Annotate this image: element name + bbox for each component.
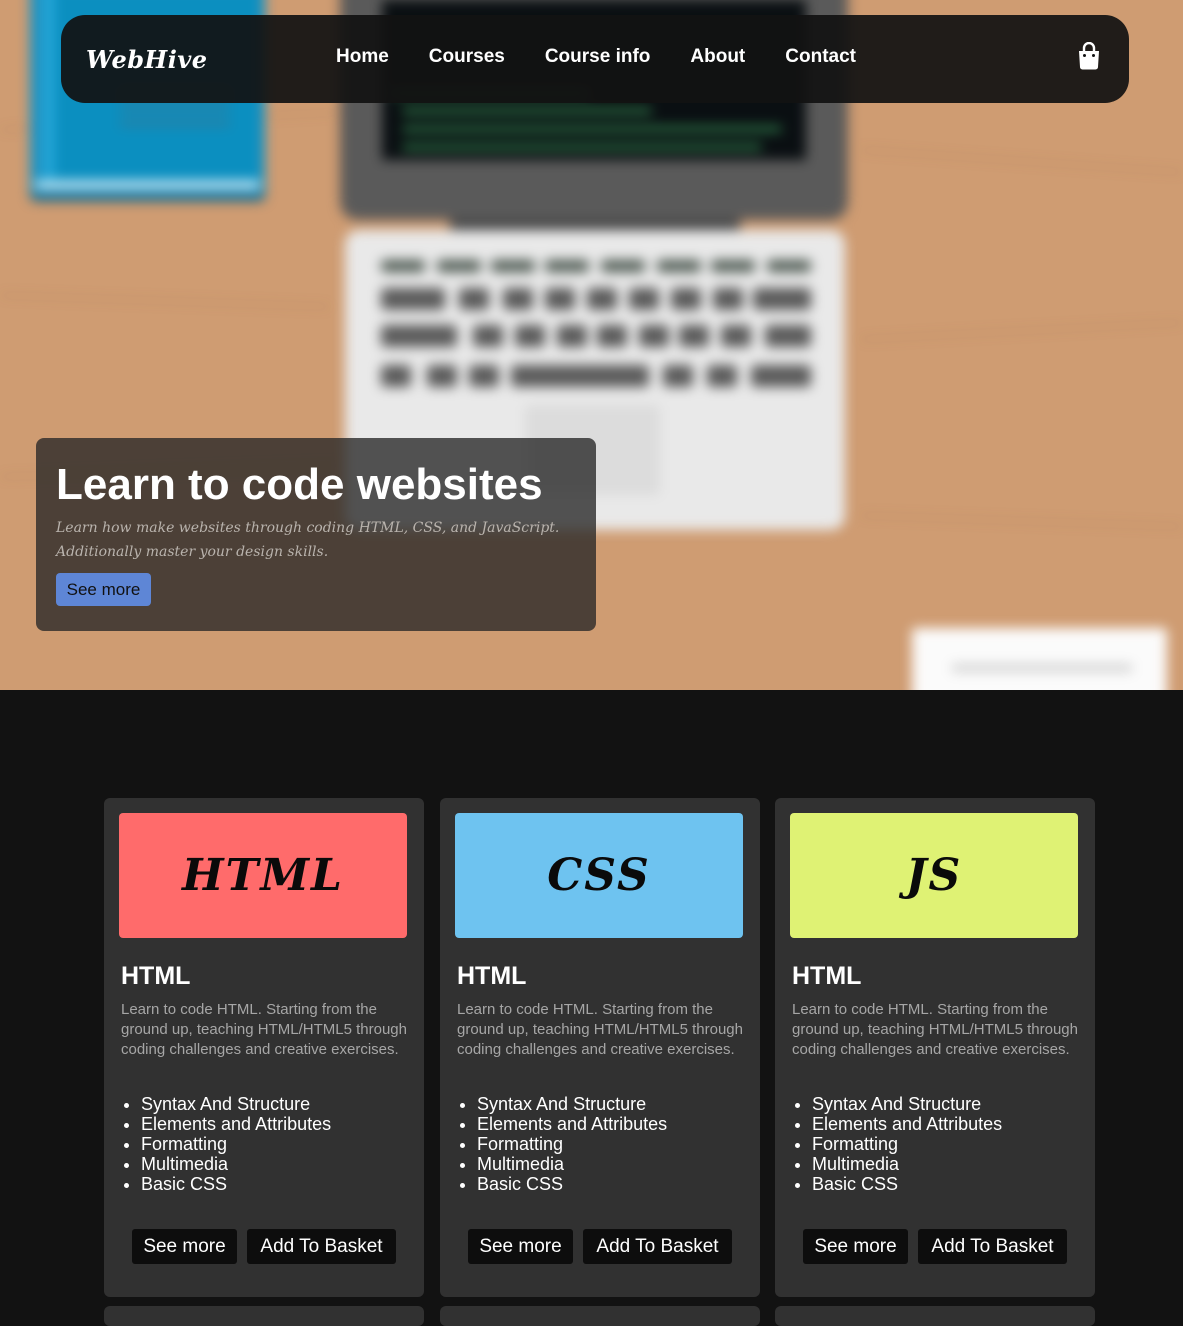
hero-see-more-button[interactable]: See more [56,573,151,606]
course-banner-label: JS [905,850,963,901]
course-topic: Syntax And Structure [477,1094,667,1114]
see-more-button[interactable]: See more [132,1229,237,1264]
course-banner-label: CSS [547,850,651,901]
course-card-html: HTML HTML Learn to code HTML. Starting f… [104,798,424,1297]
course-topic-list: Syntax And Structure Elements and Attrib… [141,1094,331,1194]
course-title: HTML [121,962,191,990]
hero-text-box: Learn to code websites Learn how make we… [36,438,596,631]
course-description: Learn to code HTML. Starting from the gr… [457,1001,743,1058]
hero-subtitle-line-1: Learn how make websites through coding H… [56,520,560,536]
shopping-bag-icon[interactable] [1077,41,1101,70]
course-topic: Basic CSS [141,1174,331,1194]
course-topic-list: Syntax And Structure Elements and Attrib… [812,1094,1002,1194]
add-to-basket-button[interactable]: Add To Basket [583,1229,732,1264]
paper-illustration [912,628,1167,690]
see-more-button[interactable]: See more [803,1229,908,1264]
nav-link-home[interactable]: Home [336,46,389,68]
course-card-js: JS HTML Learn to code HTML. Starting fro… [775,798,1095,1297]
see-more-button[interactable]: See more [468,1229,573,1264]
course-banner: CSS [455,813,743,938]
course-topic: Syntax And Structure [141,1094,331,1114]
course-topic: Formatting [141,1134,331,1154]
course-card-next-row [440,1306,760,1326]
course-description: Learn to code HTML. Starting from the gr… [121,1001,407,1058]
course-topic: Basic CSS [812,1174,1002,1194]
course-title: HTML [792,962,862,990]
nav-link-about[interactable]: About [690,46,745,68]
nav-links: Home Courses Course info About Contact [336,46,856,68]
course-topic: Basic CSS [477,1174,667,1194]
hero-subtitle-line-2: Additionally master your design skills. [56,544,329,560]
course-topic: Elements and Attributes [812,1114,1002,1134]
course-topic: Elements and Attributes [477,1114,667,1134]
course-topic: Formatting [477,1134,667,1154]
hero-title: Learn to code websites [56,460,543,509]
add-to-basket-button[interactable]: Add To Basket [918,1229,1067,1264]
course-topic: Syntax And Structure [812,1094,1002,1114]
course-topic: Multimedia [477,1154,667,1174]
nav-link-course-info[interactable]: Course info [545,46,651,68]
nav-link-contact[interactable]: Contact [785,46,856,68]
course-topic: Multimedia [812,1154,1002,1174]
course-topic: Multimedia [141,1154,331,1174]
add-to-basket-button[interactable]: Add To Basket [247,1229,396,1264]
hero-subtitle: Learn how make websites through coding H… [56,516,576,564]
course-title: HTML [457,962,527,990]
course-topic: Elements and Attributes [141,1114,331,1134]
course-description: Learn to code HTML. Starting from the gr… [792,1001,1078,1058]
course-banner-label: HTML [182,850,344,901]
nav-link-courses[interactable]: Courses [429,46,505,68]
course-card-next-row [104,1306,424,1326]
course-banner: HTML [119,813,407,938]
course-banner: JS [790,813,1078,938]
course-topic-list: Syntax And Structure Elements and Attrib… [477,1094,667,1194]
course-topic: Formatting [812,1134,1002,1154]
course-card-css: CSS HTML Learn to code HTML. Starting fr… [440,798,760,1297]
logo[interactable]: WebHive [86,45,208,74]
navbar: WebHive Home Courses Course info About C… [61,15,1129,103]
course-card-next-row [775,1306,1095,1326]
